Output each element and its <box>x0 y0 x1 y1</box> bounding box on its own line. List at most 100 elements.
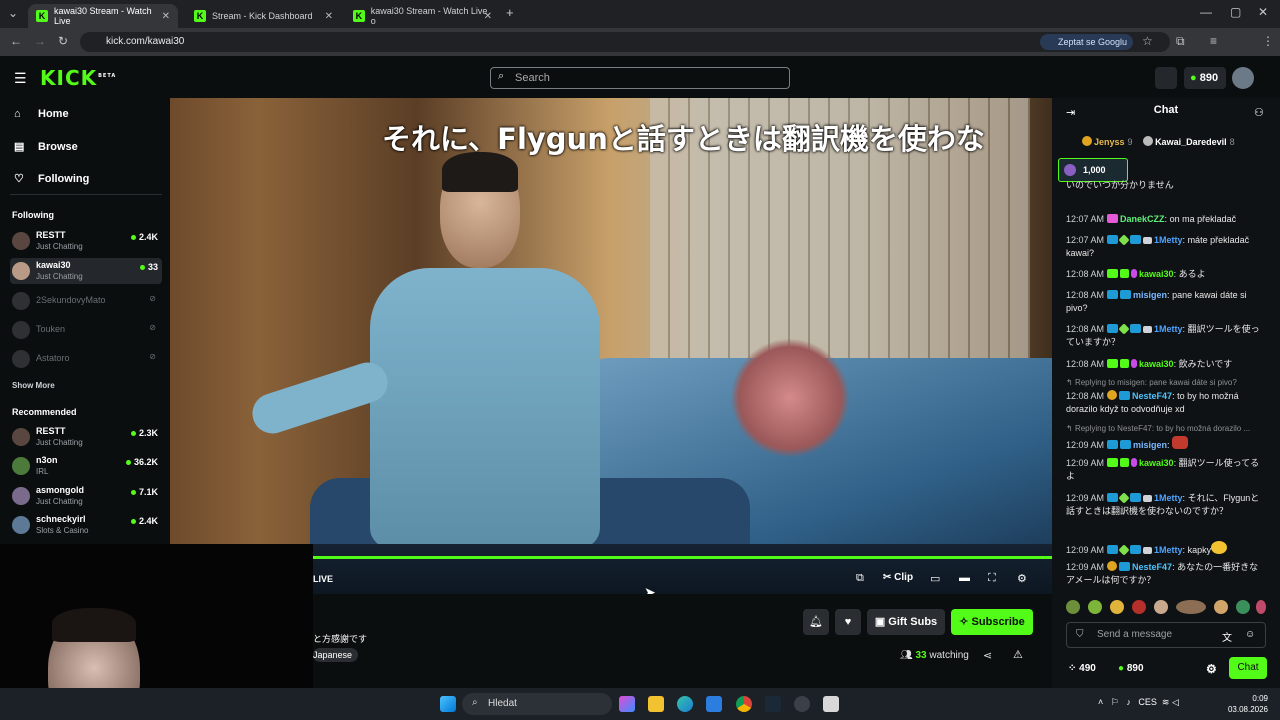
language-tag[interactable]: Japanese <box>313 648 359 662</box>
clip-button[interactable]: ✂ Clip <box>883 572 913 583</box>
close-icon[interactable]: ✕ <box>484 11 492 22</box>
tab-kawai30-watch-2[interactable]: K kawai30 Stream - Watch Live o ✕ <box>345 4 500 28</box>
sidebar-nav-following[interactable]: ♡ Following <box>14 172 89 186</box>
chat-username[interactable]: 1Metty <box>1154 324 1183 334</box>
pip-icon[interactable]: ⧉ <box>856 572 864 585</box>
live-progress-bar[interactable] <box>313 556 1052 559</box>
taskbar-clock[interactable]: 0:09 03.08.2026 <box>1224 693 1268 715</box>
forward-icon[interactable]: → <box>34 34 46 48</box>
close-icon[interactable]: ✕ <box>325 11 333 22</box>
leader-name[interactable]: Kawai_Daredevil <box>1155 137 1227 147</box>
emote-icon[interactable] <box>1236 600 1250 614</box>
windows-start-icon[interactable] <box>440 696 456 712</box>
chat-username[interactable]: misigen <box>1133 440 1167 450</box>
close-icon[interactable]: ✕ <box>162 11 170 22</box>
store-icon[interactable] <box>706 696 722 712</box>
app-icon[interactable] <box>823 696 839 712</box>
sidebar-channel-kawai30[interactable]: kawai30 Just Chatting 33 <box>10 258 162 284</box>
chat-message-input[interactable]: Send a message <box>1066 622 1266 648</box>
file-explorer-icon[interactable] <box>648 696 664 712</box>
sidebar-recommended-restt[interactable]: RESTT Just Chatting 2.3K <box>10 424 162 450</box>
emote-icon[interactable] <box>1176 600 1206 614</box>
gift-subs-button[interactable]: ▣ Gift Subs <box>867 609 945 635</box>
extensions-icon[interactable]: ⧉ <box>1176 34 1185 49</box>
chat-users-icon[interactable]: ⚇ <box>1254 106 1264 119</box>
bookmark-star-icon[interactable]: ☆ <box>1142 34 1153 48</box>
menu-kebab-icon[interactable]: ⋮ <box>1262 34 1274 48</box>
chat-username[interactable]: 1Metty <box>1154 545 1183 555</box>
tab-search-icon[interactable]: ⌄ <box>8 6 18 20</box>
emote-icon[interactable] <box>1132 600 1146 614</box>
emote-icon[interactable] <box>1154 600 1168 614</box>
chevron-up-icon[interactable]: ˄ <box>1098 697 1103 707</box>
new-tab-icon[interactable]: + <box>506 5 514 20</box>
points-balance[interactable]: ● 890 <box>1184 67 1226 89</box>
tab-kawai30-watch[interactable]: K kawai30 Stream - Watch Live ✕ <box>28 4 178 28</box>
kicks-balance[interactable]: ⁘ 490 <box>1068 663 1096 674</box>
chat-username[interactable]: 1Metty <box>1154 235 1183 245</box>
captions-icon[interactable]: ▭ <box>930 572 940 585</box>
notification-bell-button[interactable]: 🔔︎ <box>803 609 829 635</box>
search-input[interactable]: Search <box>490 67 790 89</box>
window-close-icon[interactable]: ✕ <box>1258 5 1268 19</box>
sidebar-channel-touken[interactable]: Touken ⊘ <box>10 317 162 343</box>
back-icon[interactable]: ← <box>10 34 22 48</box>
subscribe-button[interactable]: ✧ Subscribe <box>951 609 1033 635</box>
emote-icon[interactable] <box>1214 600 1228 614</box>
chat-username[interactable]: kawai30 <box>1139 458 1174 468</box>
channel-points[interactable]: ● 890 <box>1118 663 1144 674</box>
sidebar-recommended-asmongold[interactable]: asmongold Just Chatting 7.1K <box>10 483 162 509</box>
language-indicator[interactable]: CES <box>1138 697 1157 707</box>
chat-username[interactable]: NesteF47 <box>1132 562 1172 572</box>
theater-mode-icon[interactable]: ▬ <box>959 572 970 584</box>
fullscreen-icon[interactable]: ⛶ <box>988 572 996 585</box>
sidebar-channel-astatoro[interactable]: Astatoro ⊘ <box>10 346 162 372</box>
sidebar-channel-2sekundovymato[interactable]: 2SekundovyMato ⊘ <box>10 288 162 314</box>
chat-send-button[interactable]: Chat <box>1229 657 1267 679</box>
chat-username[interactable]: 1Metty <box>1154 493 1183 503</box>
sidebar-nav-home[interactable]: ⌂ Home <box>14 108 69 120</box>
maximize-icon[interactable]: ▢ <box>1230 5 1241 19</box>
report-warning-icon[interactable]: ⚠ <box>1013 648 1023 661</box>
copilot-icon[interactable] <box>619 696 635 712</box>
chat-username[interactable]: kawai30 <box>1139 269 1174 279</box>
emoji-picker-icon[interactable]: ☺ <box>1245 629 1255 640</box>
sidebar-channel-restt[interactable]: RESTT Just Chatting 2.4K <box>10 228 162 254</box>
emote-icon[interactable] <box>1256 600 1266 614</box>
video-player[interactable]: それに、Flygunと話すときは翻訳機を使わな <box>170 98 1052 544</box>
reply-context[interactable]: ↰ Replying to misigen: pane kawai dáte s… <box>1066 378 1237 387</box>
creator-dashboard-icon[interactable] <box>1155 67 1177 89</box>
network-icon[interactable]: ⚐ <box>1111 697 1119 707</box>
volume-icon[interactable]: ◁ <box>1172 697 1179 707</box>
hamburger-menu-icon[interactable]: ☰ <box>14 70 27 87</box>
emote-icon[interactable] <box>1110 600 1124 614</box>
sidebar-recommended-n3on[interactable]: n3on IRL 36.2K <box>10 453 162 479</box>
chat-username[interactable]: NesteF47 <box>1132 391 1172 401</box>
obs-icon[interactable] <box>794 696 810 712</box>
emote-icon[interactable] <box>1066 600 1080 614</box>
chat-settings-gear-icon[interactable]: ⚙ <box>1206 662 1217 676</box>
reply-context[interactable]: ↰ Replying to NesteF47: to by ho možná d… <box>1066 424 1250 433</box>
taskbar-search[interactable]: Hledat <box>462 693 612 715</box>
edge-icon[interactable] <box>677 696 693 712</box>
chat-username[interactable]: DanekCZZ <box>1120 214 1165 224</box>
share-icon[interactable]: ⋖ <box>983 649 992 662</box>
sidebar-recommended-schneckyirl[interactable]: schneckyirl Slots & Casino 2.4K <box>10 512 162 538</box>
url-field[interactable]: kick.com/kawai30 <box>80 32 1170 52</box>
kick-logo[interactable]: KICKBETA <box>40 66 116 90</box>
wifi-icon[interactable]: ≋ <box>1162 697 1170 707</box>
sidebar-nav-browse[interactable]: ▤ Browse <box>14 140 78 154</box>
show-more-link[interactable]: Show More <box>12 381 55 390</box>
minimize-icon[interactable]: — <box>1200 5 1212 19</box>
leader-name[interactable]: Jenyss <box>1094 137 1125 147</box>
reading-list-icon[interactable]: ≡ <box>1210 34 1217 48</box>
microphone-icon[interactable]: ♪ <box>1126 697 1131 707</box>
follow-heart-button[interactable]: ♥ <box>835 609 861 635</box>
ask-google-button[interactable]: Zeptat se Googlu <box>1040 34 1134 50</box>
chrome-icon[interactable] <box>736 696 752 712</box>
settings-gear-icon[interactable]: ⚙ <box>1017 572 1027 585</box>
user-avatar[interactable] <box>1232 67 1254 89</box>
emote-icon[interactable] <box>1088 600 1102 614</box>
chat-username[interactable]: kawai30 <box>1139 359 1174 369</box>
steam-icon[interactable] <box>765 696 781 712</box>
